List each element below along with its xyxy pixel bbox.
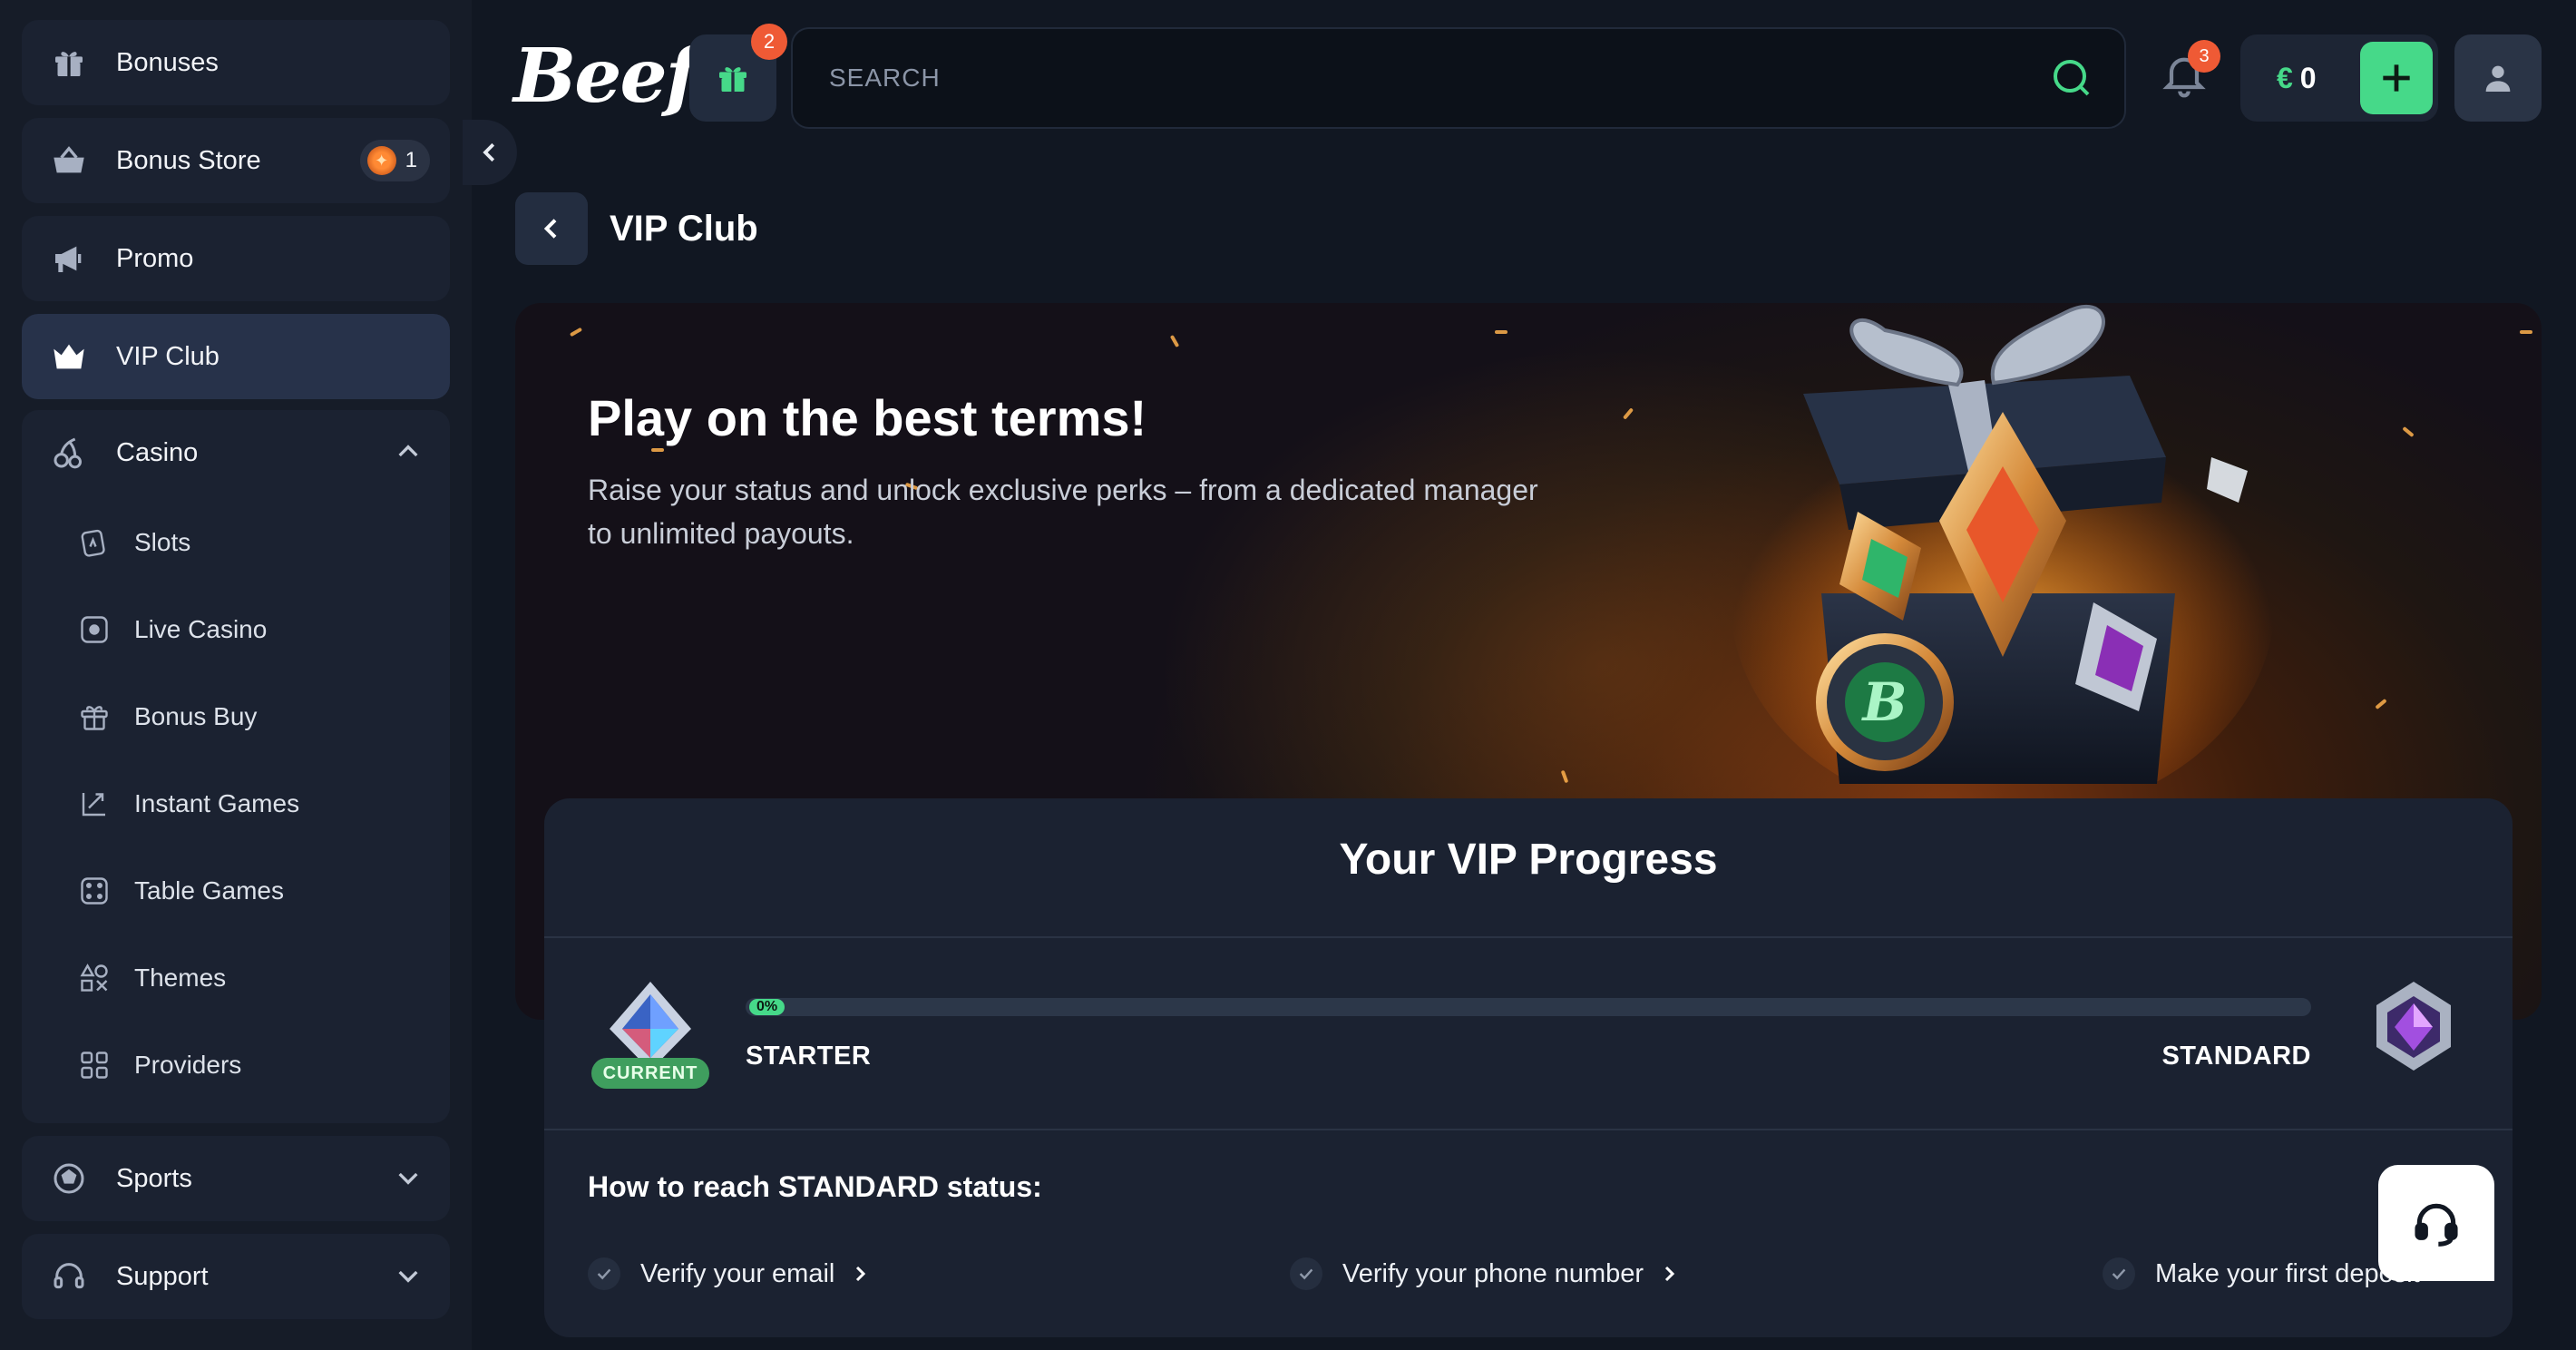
svg-text:B: B (1860, 671, 1907, 733)
sidebar-item-label: Bonus Store (116, 145, 261, 175)
sidebar: Bonuses Bonus Store ✦ 1 Promo VIP Club C… (0, 0, 472, 1350)
support-chat-button[interactable] (2378, 1165, 2494, 1281)
chevron-down-icon[interactable] (394, 1163, 423, 1192)
divider (544, 1129, 2513, 1130)
check-icon (2103, 1257, 2135, 1290)
standard-rank-icon (2376, 982, 2451, 1071)
sidebar-item-label: Sports (116, 1163, 192, 1193)
hero-title: Play on the best terms! (588, 389, 1147, 446)
current-level-label: STARTER (746, 1042, 872, 1071)
casino-group: Casino Slots Live Casino Bonus Buy Insta… (22, 410, 450, 1123)
task-label: Verify your email (640, 1258, 835, 1288)
headset-icon (2411, 1198, 2462, 1248)
slots-icon (76, 524, 112, 561)
task-verify-phone[interactable]: Verify your phone number (1290, 1257, 1680, 1290)
instant-games-icon (76, 786, 112, 822)
deposit-button[interactable] (2360, 42, 2433, 114)
user-icon (2480, 60, 2516, 96)
sidebar-item-label: Providers (134, 1051, 242, 1079)
vip-progress-percent: 0% (749, 999, 785, 1015)
bonus-store-badge: ✦ 1 (359, 140, 430, 181)
vip-gift-illustration: B (1731, 305, 2275, 784)
sidebar-item-label: Bonuses (116, 47, 219, 77)
sidebar-item-promo[interactable]: Promo (22, 216, 450, 301)
sidebar-item-label: Slots (134, 528, 191, 556)
sidebar-item-vip-club[interactable]: VIP Club (22, 314, 450, 399)
task-label: Verify your phone number (1342, 1258, 1644, 1288)
sidebar-subitem-table-games[interactable]: Table Games (76, 864, 284, 918)
search-bar (791, 27, 2126, 129)
coin-icon: ✦ (366, 146, 396, 175)
plus-icon (2376, 58, 2416, 98)
sidebar-item-label: Casino (116, 437, 199, 467)
headset-icon (49, 1257, 89, 1296)
hero-subtitle: Raise your status and unlock exclusive p… (588, 474, 1538, 550)
bonus-store-count: 1 (405, 148, 417, 172)
balance-currency: € (2277, 61, 2293, 94)
chevron-right-icon (849, 1263, 871, 1285)
notifications-button[interactable]: 3 (2159, 40, 2220, 107)
sidebar-item-label: Themes (134, 964, 227, 992)
gift-icon (49, 43, 89, 83)
chevron-down-icon[interactable] (394, 1261, 423, 1290)
sidebar-item-label: Instant Games (134, 789, 300, 817)
sidebar-item-support[interactable]: Support (22, 1234, 450, 1319)
sidebar-item-label: Live Casino (134, 615, 268, 643)
crown-icon (49, 337, 89, 377)
sidebar-item-bonuses[interactable]: Bonuses (22, 20, 450, 105)
current-badge: CURRENT (591, 1058, 709, 1089)
dice-icon (76, 873, 112, 909)
cherries-icon (49, 433, 89, 473)
sidebar-subitem-live-casino[interactable]: Live Casino (76, 602, 267, 657)
task-verify-email[interactable]: Verify your email (588, 1257, 871, 1290)
back-button[interactable] (515, 192, 588, 265)
sidebar-item-casino[interactable]: Casino (22, 410, 450, 495)
live-casino-icon (76, 611, 112, 648)
vip-progress-card: Your VIP Progress CURRENT 0% STARTER STA… (544, 798, 2513, 1337)
sidebar-subitem-providers[interactable]: Providers (76, 1038, 241, 1092)
chevron-right-icon (1658, 1263, 1680, 1285)
balance-amount: 0 (2299, 61, 2317, 94)
chevron-left-icon (476, 139, 503, 166)
vip-progress-bar: 0% (746, 998, 2311, 1016)
check-icon (588, 1257, 620, 1290)
search-icon[interactable] (2050, 56, 2093, 100)
notifications-badge: 3 (2188, 40, 2220, 73)
check-icon (1290, 1257, 1322, 1290)
logo-text: Beef (513, 33, 698, 120)
divider (544, 936, 2513, 938)
logo[interactable]: Beef (513, 31, 698, 122)
sidebar-subitem-instant-games[interactable]: Instant Games (76, 777, 299, 831)
sidebar-item-label: Bonus Buy (134, 702, 258, 730)
search-input[interactable] (829, 64, 2008, 93)
next-level-label: STANDARD (2161, 1042, 2311, 1071)
gift-badge: 2 (751, 24, 787, 60)
gift-button[interactable]: 2 (689, 24, 787, 122)
sidebar-item-label: Support (116, 1261, 209, 1291)
basket-icon (49, 141, 89, 181)
profile-button[interactable] (2454, 34, 2542, 122)
sidebar-item-sports[interactable]: Sports (22, 1136, 450, 1221)
balance-display: €0 (2277, 62, 2317, 95)
balance-widget[interactable]: €0 (2240, 34, 2438, 122)
megaphone-icon (49, 239, 89, 279)
page-title: VIP Club (610, 209, 758, 249)
chevron-up-icon[interactable] (394, 437, 423, 466)
sidebar-item-label: Promo (116, 243, 194, 273)
sidebar-item-bonus-store[interactable]: Bonus Store ✦ 1 (22, 118, 450, 203)
sidebar-item-label: VIP Club (116, 341, 220, 371)
bonus-buy-icon (76, 699, 112, 735)
providers-icon (76, 1047, 112, 1083)
soccer-ball-icon (49, 1159, 89, 1198)
sidebar-item-label: Table Games (134, 876, 284, 905)
requirements-title: How to reach STANDARD status: (588, 1170, 1042, 1203)
sidebar-subitem-slots[interactable]: Slots (76, 515, 190, 570)
vip-progress-title: Your VIP Progress (1339, 836, 1718, 884)
gift-icon (715, 60, 751, 96)
themes-icon (76, 960, 112, 996)
sidebar-collapse-button[interactable] (463, 120, 517, 185)
sidebar-subitem-bonus-buy[interactable]: Bonus Buy (76, 690, 257, 744)
sidebar-subitem-themes[interactable]: Themes (76, 951, 226, 1005)
chevron-left-icon (537, 214, 566, 243)
